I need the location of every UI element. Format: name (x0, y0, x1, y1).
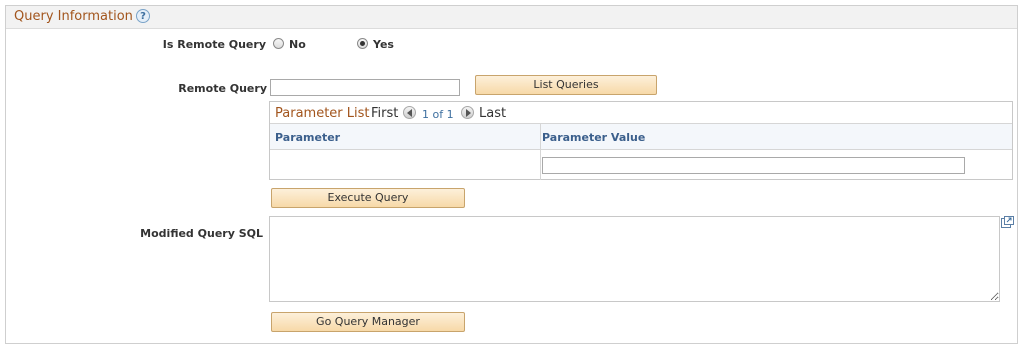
column-divider (540, 123, 541, 180)
grid-header: Parameter Parameter Value (270, 123, 1012, 150)
remote-query-input[interactable] (270, 79, 460, 96)
col-header-parameter: Parameter (275, 131, 341, 144)
radio-yes-label[interactable]: Yes (373, 38, 394, 51)
nav-last-label[interactable]: Last (479, 106, 506, 121)
modified-query-sql-textarea[interactable] (269, 216, 1000, 302)
modified-query-sql-label: Modified Query SQL (140, 227, 263, 240)
radio-yes[interactable] (357, 38, 368, 49)
panel-header: Query Information ? (6, 6, 1017, 29)
help-icon[interactable]: ? (136, 9, 150, 23)
section-title: Query Information (14, 9, 133, 24)
parameter-value-input[interactable] (542, 157, 965, 174)
expand-icon[interactable] (1001, 216, 1014, 228)
list-queries-button[interactable]: List Queries (475, 75, 657, 95)
is-remote-query-label: Is Remote Query (162, 38, 266, 51)
grid-title: Parameter List (275, 106, 370, 121)
col-header-parameter-value: Parameter Value (542, 131, 646, 144)
nav-count: 1 of 1 (422, 108, 454, 121)
nav-left-arrow-icon[interactable] (403, 106, 416, 119)
remote-query-label: Remote Query (178, 82, 267, 95)
parameter-grid: Parameter List First 1 of 1 Last Paramet… (269, 101, 1013, 180)
nav-right-arrow-icon[interactable] (461, 106, 474, 119)
execute-query-button[interactable]: Execute Query (271, 188, 465, 208)
radio-no[interactable] (273, 38, 284, 49)
grid-toolbar: Parameter List First 1 of 1 Last (270, 102, 1012, 122)
nav-first-label[interactable]: First (371, 106, 398, 121)
go-query-manager-button[interactable]: Go Query Manager (271, 312, 465, 332)
radio-no-label[interactable]: No (289, 38, 306, 51)
